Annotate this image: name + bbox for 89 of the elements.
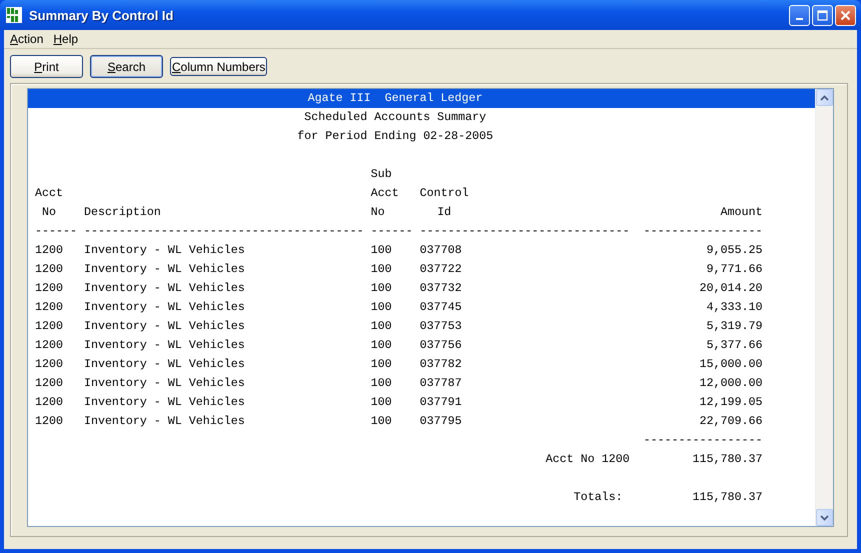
table-cell-text: 100 bbox=[370, 262, 393, 277]
table-cell-text: 1200 bbox=[35, 300, 64, 315]
maximize-icon bbox=[817, 10, 828, 20]
table-cell-text: 12,000.00 bbox=[698, 376, 762, 391]
table-cell-text: 1200 bbox=[35, 395, 64, 410]
table-cell-text: Inventory - WL Vehicles bbox=[84, 262, 246, 277]
table-cell-text: 100 bbox=[370, 300, 393, 315]
table-cell-text: 22,709.66 bbox=[698, 414, 762, 429]
table-cell-text: 037791 bbox=[420, 395, 463, 410]
minimize-icon bbox=[796, 18, 803, 20]
table-cell-text: 037722 bbox=[420, 262, 463, 277]
table-cell-text: 100 bbox=[370, 338, 393, 353]
table-cell-text: 1200 bbox=[35, 357, 64, 372]
menu-item[interactable]: Action bbox=[10, 32, 44, 46]
table-cell-text: 100 bbox=[370, 376, 393, 391]
table-cell-text: 5,319.79 bbox=[705, 319, 762, 334]
column-header: Acct bbox=[35, 186, 63, 201]
table-cell-text: 100 bbox=[370, 357, 393, 372]
table-cell-text: 100 bbox=[370, 319, 393, 334]
table-cell-text: 037756 bbox=[420, 338, 463, 353]
close-button[interactable] bbox=[835, 4, 856, 26]
scroll-down-button[interactable] bbox=[816, 509, 833, 526]
column-header: Id bbox=[436, 205, 452, 220]
table-cell-text: 100 bbox=[370, 414, 393, 429]
table-cell-text: 1200 bbox=[35, 281, 64, 296]
table-cell-text: 9,771.66 bbox=[705, 262, 762, 277]
report-heading-line[interactable]: Scheduled Accounts Summary bbox=[28, 108, 815, 127]
column-header: Description bbox=[84, 205, 162, 220]
table-cell-text: 100 bbox=[370, 243, 393, 258]
window-title: Summary By Control Id bbox=[29, 8, 174, 22]
chevron-up-icon bbox=[820, 94, 829, 100]
table-cell-text: Inventory - WL Vehicles bbox=[84, 338, 246, 353]
table-cell-text: Inventory - WL Vehicles bbox=[84, 243, 246, 258]
table-cell-text: Inventory - WL Vehicles bbox=[84, 300, 246, 315]
table-cell-text: 100 bbox=[370, 281, 393, 296]
column-header: Amount bbox=[719, 205, 762, 220]
grid-icon bbox=[6, 7, 22, 23]
table-cell-text: 1200 bbox=[35, 414, 64, 429]
column-header: Acct bbox=[370, 186, 400, 201]
table-cell-text: Inventory - WL Vehicles bbox=[84, 319, 246, 334]
table-cell-text: Inventory - WL Vehicles bbox=[84, 395, 246, 410]
separator-dashes: ------ bbox=[35, 224, 78, 239]
column-header: Control bbox=[420, 186, 469, 201]
table-cell-text: 9,055.25 bbox=[705, 243, 762, 258]
column-header: Sub bbox=[370, 167, 393, 182]
table-cell-text: 037782 bbox=[420, 357, 463, 372]
scrollbar[interactable] bbox=[815, 89, 833, 526]
table-cell-text: 5,377.66 bbox=[705, 338, 762, 353]
menu-item[interactable]: Help bbox=[53, 32, 78, 46]
table-cell-text: 1200 bbox=[35, 376, 64, 391]
table-cell-text: 1200 bbox=[35, 262, 64, 277]
totals-label: Totals: bbox=[574, 490, 624, 505]
table-cell-text: 037732 bbox=[420, 281, 463, 296]
column-header: No bbox=[370, 205, 386, 220]
table-cell-text: Inventory - WL Vehicles bbox=[84, 376, 246, 391]
toolbar-button[interactable]: Print bbox=[10, 55, 83, 78]
subtotal-label: Acct No 1200 bbox=[546, 452, 631, 467]
toolbar-button[interactable]: Search bbox=[90, 55, 163, 78]
table-cell-text: 037708 bbox=[420, 243, 463, 258]
chevron-down-icon bbox=[820, 514, 829, 520]
close-icon bbox=[840, 10, 851, 20]
column-header: No bbox=[40, 205, 57, 220]
table-cell-text: 037795 bbox=[420, 414, 463, 429]
table-cell-text: 1200 bbox=[35, 338, 64, 353]
table-cell-text: Inventory - WL Vehicles bbox=[84, 281, 246, 296]
table-cell-text: 037753 bbox=[420, 319, 463, 334]
report-heading-line[interactable]: for Period Ending 02-28-2005 bbox=[28, 127, 815, 146]
subtotal-amount: 115,780.37 bbox=[692, 452, 762, 467]
table-cell-text: 20,014.20 bbox=[698, 281, 762, 296]
separator-dashes: ------ bbox=[370, 224, 414, 239]
subtotal-rule: ----------------- bbox=[644, 433, 762, 448]
table-cell-text: Inventory - WL Vehicles bbox=[84, 357, 246, 372]
table-cell-text: 12,199.05 bbox=[698, 395, 762, 410]
separator-dashes: ---------------------------------------- bbox=[84, 224, 365, 239]
table-cell-text: 100 bbox=[370, 395, 393, 410]
table-cell-text: 1200 bbox=[35, 319, 64, 334]
table-cell-text: 4,333.10 bbox=[705, 300, 762, 315]
separator-dashes: ------------------------------ bbox=[420, 224, 631, 239]
table-cell-text: Inventory - WL Vehicles bbox=[84, 414, 246, 429]
table-cell-text: 037787 bbox=[420, 376, 463, 391]
scroll-up-button[interactable] bbox=[816, 89, 833, 106]
table-cell-text: 037745 bbox=[420, 300, 463, 315]
table-cell-text: 1200 bbox=[35, 243, 64, 258]
totals-amount: 115,780.37 bbox=[692, 490, 762, 505]
table-cell-text: 15,000.00 bbox=[698, 357, 762, 372]
maximize-button[interactable] bbox=[812, 4, 833, 26]
toolbar-button[interactable]: Column Numbers bbox=[170, 57, 268, 76]
separator-dashes: ----------------- bbox=[644, 224, 762, 239]
minimize-button[interactable] bbox=[789, 4, 810, 26]
